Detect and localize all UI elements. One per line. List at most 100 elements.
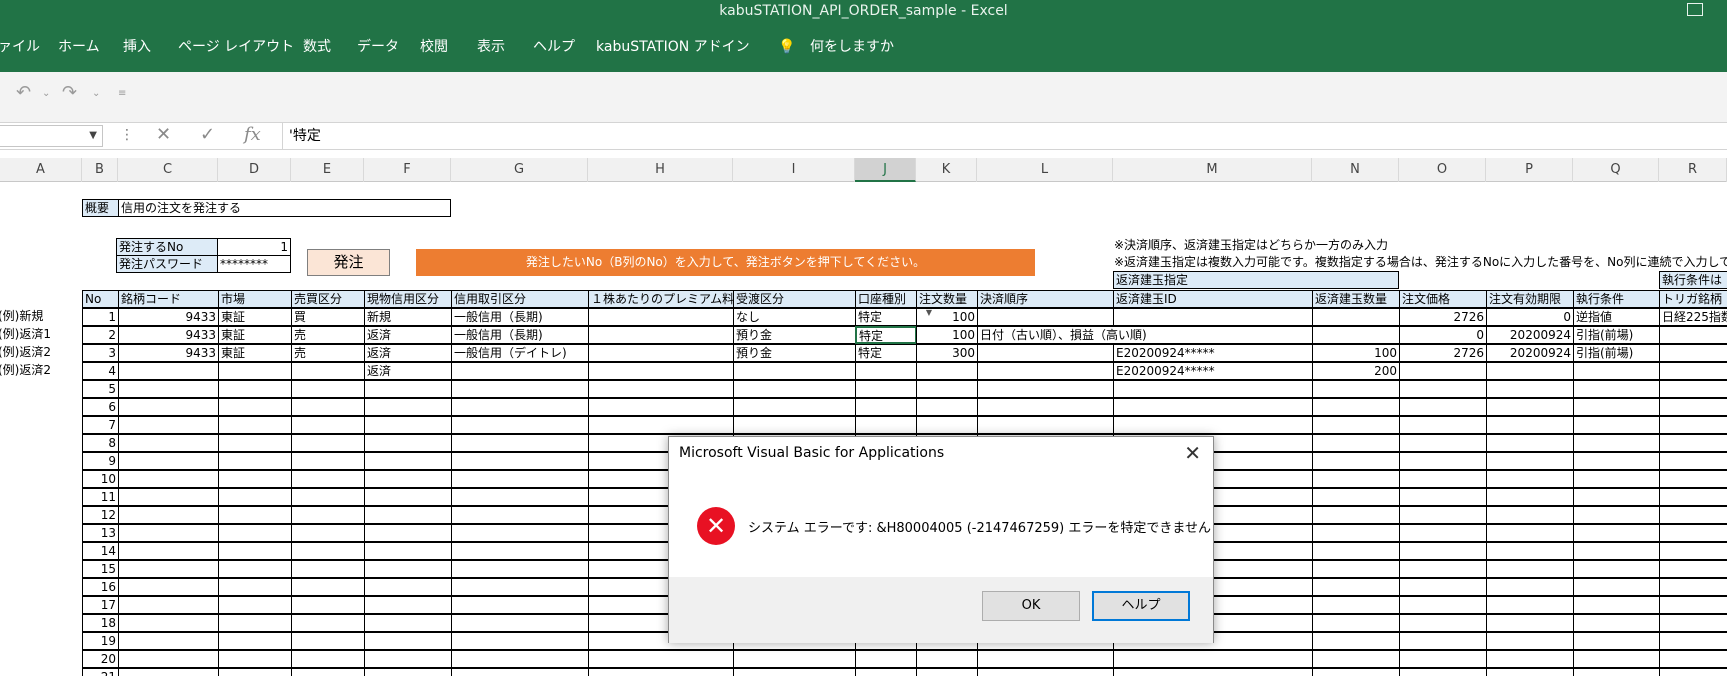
table-cell[interactable]: 300: [916, 344, 978, 362]
table-header-cell[interactable]: 信用取引区分: [451, 290, 589, 308]
table-cell[interactable]: [218, 650, 292, 668]
table-cell[interactable]: [1486, 560, 1574, 578]
table-cell[interactable]: [1399, 542, 1487, 560]
example-row-label[interactable]: (例)返済1: [0, 326, 82, 344]
table-cell[interactable]: 一般信用（長期): [451, 326, 589, 344]
table-cell[interactable]: [451, 632, 589, 650]
table-cell[interactable]: [588, 344, 734, 362]
table-cell[interactable]: [364, 542, 452, 560]
table-cell[interactable]: [364, 470, 452, 488]
table-cell[interactable]: [1486, 452, 1574, 470]
table-cell[interactable]: [291, 434, 365, 452]
table-cell[interactable]: [1312, 380, 1400, 398]
table-cell[interactable]: [118, 398, 219, 416]
table-cell[interactable]: [916, 668, 978, 676]
row-number-cell[interactable]: 20: [82, 650, 119, 668]
table-cell[interactable]: [1486, 614, 1574, 632]
table-cell[interactable]: 逆指値: [1573, 308, 1660, 326]
table-cell[interactable]: [218, 362, 292, 380]
table-cell[interactable]: [218, 506, 292, 524]
table-cell[interactable]: [118, 614, 219, 632]
table-cell[interactable]: [588, 416, 734, 434]
table-cell[interactable]: 100: [1312, 344, 1400, 362]
table-cell[interactable]: [1113, 650, 1313, 668]
table-cell[interactable]: [1312, 560, 1400, 578]
table-cell[interactable]: [1573, 470, 1660, 488]
row-number-cell[interactable]: 14: [82, 542, 119, 560]
table-header-cell[interactable]: 決済順序: [977, 290, 1114, 308]
table-cell[interactable]: [291, 506, 365, 524]
table-cell[interactable]: [1486, 434, 1574, 452]
table-cell[interactable]: [1573, 524, 1660, 542]
column-header-l[interactable]: L: [977, 158, 1113, 182]
table-header-cell[interactable]: 執行条件: [1573, 290, 1660, 308]
tab-view[interactable]: 表示: [477, 22, 505, 72]
table-cell[interactable]: [218, 632, 292, 650]
column-header-a[interactable]: A: [0, 158, 82, 182]
table-cell[interactable]: [1113, 416, 1313, 434]
table-cell[interactable]: [1399, 524, 1487, 542]
table-cell[interactable]: E20200924*****: [1113, 344, 1313, 362]
enter-icon[interactable]: ✓: [200, 124, 215, 145]
table-cell[interactable]: [1312, 524, 1400, 542]
table-cell[interactable]: [364, 668, 452, 676]
table-cell[interactable]: 2726: [1399, 344, 1487, 362]
table-cell[interactable]: [1659, 560, 1727, 578]
table-cell[interactable]: [1399, 488, 1487, 506]
table-cell[interactable]: [118, 380, 219, 398]
table-cell[interactable]: [733, 668, 856, 676]
table-cell[interactable]: [1312, 614, 1400, 632]
row-number-cell[interactable]: 1: [82, 308, 119, 326]
table-cell[interactable]: 20200924: [1486, 326, 1574, 344]
table-header-cell[interactable]: 現物信用区分: [364, 290, 452, 308]
table-cell[interactable]: [291, 668, 365, 676]
table-cell[interactable]: 売: [291, 344, 365, 362]
table-cell[interactable]: [1573, 416, 1660, 434]
table-cell[interactable]: 特定: [855, 326, 917, 344]
table-cell[interactable]: [218, 488, 292, 506]
column-header-j[interactable]: J: [855, 158, 916, 182]
table-cell[interactable]: [451, 560, 589, 578]
table-cell[interactable]: 0: [1486, 308, 1574, 326]
table-cell[interactable]: 9433: [118, 326, 219, 344]
table-cell[interactable]: [451, 434, 589, 452]
insert-function-icon[interactable]: fx: [244, 124, 261, 145]
table-cell[interactable]: [977, 398, 1114, 416]
table-cell[interactable]: [1573, 488, 1660, 506]
tab-home[interactable]: ホーム: [58, 22, 100, 72]
table-cell[interactable]: [118, 668, 219, 676]
table-cell[interactable]: 預り金: [733, 326, 856, 344]
table-cell[interactable]: [1659, 488, 1727, 506]
table-cell[interactable]: [364, 560, 452, 578]
table-cell[interactable]: [1113, 380, 1313, 398]
table-cell[interactable]: [1573, 650, 1660, 668]
table-header-cell[interactable]: 返済建玉数量: [1312, 290, 1400, 308]
table-cell[interactable]: [1573, 614, 1660, 632]
table-cell[interactable]: [1659, 506, 1727, 524]
column-header-h[interactable]: H: [588, 158, 733, 182]
table-cell[interactable]: [291, 578, 365, 596]
example-row-label[interactable]: (例)新規: [0, 308, 82, 326]
table-cell[interactable]: [291, 542, 365, 560]
table-cell[interactable]: [1399, 506, 1487, 524]
table-cell[interactable]: [1399, 452, 1487, 470]
table-cell[interactable]: [1113, 668, 1313, 676]
table-cell[interactable]: [451, 668, 589, 676]
table-cell[interactable]: [218, 398, 292, 416]
table-cell[interactable]: [588, 398, 734, 416]
table-cell[interactable]: 売: [291, 326, 365, 344]
table-cell[interactable]: [1659, 578, 1727, 596]
table-cell[interactable]: [364, 416, 452, 434]
row-number-cell[interactable]: 17: [82, 596, 119, 614]
row-number-cell[interactable]: 19: [82, 632, 119, 650]
table-cell[interactable]: [1659, 416, 1727, 434]
table-cell[interactable]: 引指(前場): [1573, 344, 1660, 362]
column-header-i[interactable]: I: [733, 158, 855, 182]
table-cell[interactable]: [916, 650, 978, 668]
table-cell[interactable]: [451, 488, 589, 506]
table-cell[interactable]: [218, 452, 292, 470]
table-cell[interactable]: [1486, 380, 1574, 398]
table-cell[interactable]: [218, 578, 292, 596]
table-cell[interactable]: 200: [1312, 362, 1400, 380]
table-cell[interactable]: [291, 470, 365, 488]
